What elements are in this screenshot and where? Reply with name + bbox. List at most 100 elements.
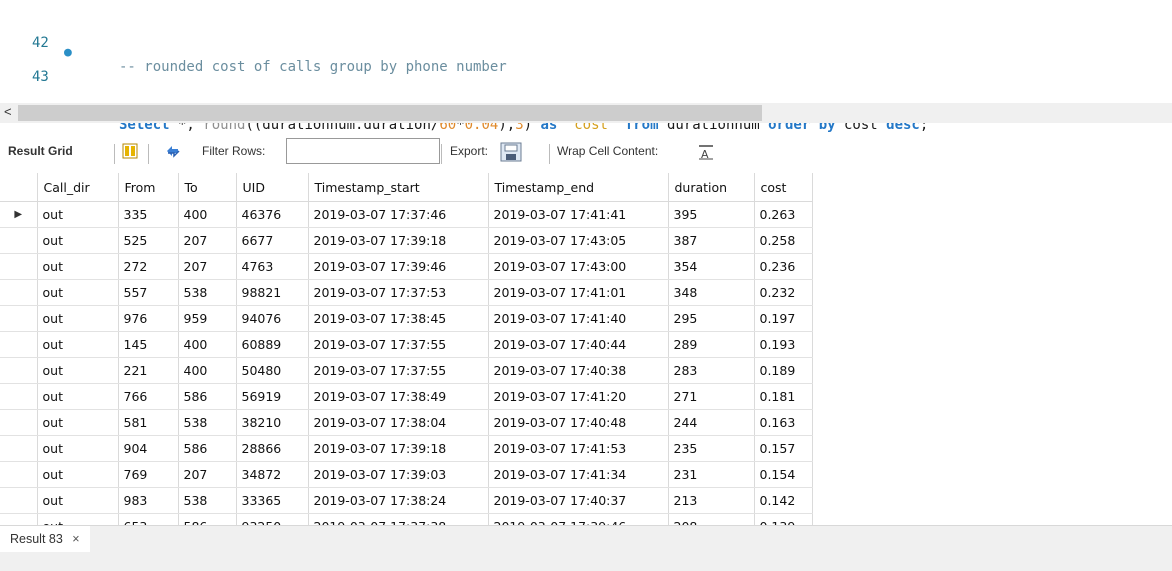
table-cell[interactable]: 50480	[236, 357, 309, 384]
table-cell[interactable]: 2019-03-07 17:41:40	[488, 305, 669, 332]
table-cell[interactable]: 38210	[236, 409, 309, 436]
table-cell[interactable]: out	[37, 253, 119, 280]
table-row[interactable]: out 976 959 94076 2019-03-07 17:38:45 2019-03…	[0, 305, 813, 332]
table-cell[interactable]: 387	[668, 227, 755, 254]
table-cell[interactable]: 538	[178, 279, 237, 306]
table-cell[interactable]: 56919	[236, 383, 309, 410]
table-cell[interactable]: 221	[118, 357, 179, 384]
row-marker-icon[interactable]	[0, 357, 38, 384]
table-cell[interactable]: 289	[668, 331, 755, 358]
table-cell[interactable]: 525	[118, 227, 179, 254]
table-cell[interactable]: 2019-03-07 17:37:55	[308, 357, 489, 384]
table-cell[interactable]: out	[37, 409, 119, 436]
table-row[interactable]: out 766 586 56919 2019-03-07 17:38:49 2019-03…	[0, 383, 813, 410]
table-cell[interactable]: 207	[178, 227, 237, 254]
table-cell[interactable]: 2019-03-07 17:39:18	[308, 435, 489, 462]
table-cell[interactable]: 34872	[236, 461, 309, 488]
export-icon[interactable]	[500, 142, 522, 165]
table-cell[interactable]: 295	[668, 305, 755, 332]
table-cell[interactable]: 93250	[236, 513, 309, 525]
table-cell[interactable]: 2019-03-07 17:37:53	[308, 279, 489, 306]
table-cell[interactable]: 2019-03-07 17:40:38	[488, 357, 669, 384]
table-cell[interactable]: 2019-03-07 17:43:05	[488, 227, 669, 254]
result-grid[interactable]: Call_dir From To UID Timestamp_start Tim…	[0, 173, 1172, 525]
column-header[interactable]: UID	[236, 173, 309, 202]
table-cell[interactable]: 959	[178, 305, 237, 332]
table-cell[interactable]: 976	[118, 305, 179, 332]
table-cell[interactable]: 2019-03-07 17:41:34	[488, 461, 669, 488]
table-cell[interactable]: 2019-03-07 17:41:20	[488, 383, 669, 410]
table-cell[interactable]: 272	[118, 253, 179, 280]
table-cell[interactable]: 2019-03-07 17:40:48	[488, 409, 669, 436]
table-cell[interactable]: 0.263	[754, 201, 813, 228]
table-cell[interactable]: 395	[668, 201, 755, 228]
table-cell[interactable]: out	[37, 357, 119, 384]
table-cell[interactable]: 28866	[236, 435, 309, 462]
table-cell[interactable]: 586	[178, 513, 237, 525]
table-cell[interactable]: 2019-03-07 17:38:49	[308, 383, 489, 410]
row-marker-icon[interactable]	[0, 461, 38, 488]
column-header[interactable]: To	[178, 173, 237, 202]
table-cell[interactable]: 208	[668, 513, 755, 525]
table-cell[interactable]: 2019-03-07 17:40:44	[488, 331, 669, 358]
sql-editor[interactable]: 42 -- rounded cost of calls group by pho…	[0, 0, 1172, 133]
table-cell[interactable]: 33365	[236, 487, 309, 514]
table-cell[interactable]: 60889	[236, 331, 309, 358]
table-cell[interactable]: 400	[178, 331, 237, 358]
row-marker-icon[interactable]	[0, 513, 38, 525]
table-cell[interactable]: 0.232	[754, 279, 813, 306]
table-row[interactable]: ▶ out 335 400 46376 2019-03-07 17:37:46 2019-0…	[0, 201, 813, 228]
table-row[interactable]: out 983 538 33365 2019-03-07 17:38:24 2019-03…	[0, 487, 813, 514]
editor-line-44[interactable]: 44	[0, 74, 49, 118]
table-cell[interactable]: 207	[178, 461, 237, 488]
row-marker-icon[interactable]	[0, 409, 38, 436]
row-marker-icon[interactable]	[0, 305, 38, 332]
table-cell[interactable]: 2019-03-07 17:41:41	[488, 201, 669, 228]
form-editor-icon[interactable]	[122, 143, 138, 162]
table-cell[interactable]: 653	[118, 513, 179, 525]
table-cell[interactable]: out	[37, 513, 119, 525]
table-cell[interactable]: 983	[118, 487, 179, 514]
table-cell[interactable]: 538	[178, 409, 237, 436]
column-header[interactable]: cost	[754, 173, 813, 202]
table-cell[interactable]: 2019-03-07 17:37:55	[308, 331, 489, 358]
table-cell[interactable]: 46376	[236, 201, 309, 228]
scroll-left-icon[interactable]: <	[4, 104, 12, 119]
wrap-cell-icon[interactable]: A	[697, 144, 715, 163]
editor-line-43[interactable]: 43 ● Select *, round((durationnum.durati…	[0, 41, 928, 133]
table-cell[interactable]: 557	[118, 279, 179, 306]
table-cell[interactable]: 400	[178, 201, 237, 228]
table-cell[interactable]: 231	[668, 461, 755, 488]
table-cell[interactable]: out	[37, 201, 119, 228]
table-cell[interactable]: 94076	[236, 305, 309, 332]
row-marker-icon[interactable]	[0, 227, 38, 254]
table-cell[interactable]: 0.236	[754, 253, 813, 280]
table-cell[interactable]: 235	[668, 435, 755, 462]
row-marker-icon[interactable]	[0, 279, 38, 306]
table-cell[interactable]: 348	[668, 279, 755, 306]
table-cell[interactable]: 2019-03-07 17:37:46	[308, 201, 489, 228]
table-row[interactable]: out 581 538 38210 2019-03-07 17:38:04 2019-03…	[0, 409, 813, 436]
table-row[interactable]: out 272 207 4763 2019-03-07 17:39:46 2019-03-…	[0, 253, 813, 280]
table-cell[interactable]: 769	[118, 461, 179, 488]
table-cell[interactable]: out	[37, 383, 119, 410]
table-cell[interactable]: 207	[178, 253, 237, 280]
breakpoint-dot-icon[interactable]: ●	[64, 41, 72, 65]
table-cell[interactable]: 145	[118, 331, 179, 358]
table-cell[interactable]: 0.189	[754, 357, 813, 384]
table-cell[interactable]: 2019-03-07 17:39:46	[488, 513, 669, 525]
table-cell[interactable]: out	[37, 461, 119, 488]
table-cell[interactable]: 586	[178, 383, 237, 410]
table-cell[interactable]: 2019-03-07 17:41:01	[488, 279, 669, 306]
table-cell[interactable]: 0.142	[754, 487, 813, 514]
table-cell[interactable]: 2019-03-07 17:39:46	[308, 253, 489, 280]
result-tab[interactable]: Result 83 ×	[0, 526, 90, 552]
table-cell[interactable]: 244	[668, 409, 755, 436]
refresh-icon[interactable]	[164, 143, 182, 162]
table-cell[interactable]: 0.193	[754, 331, 813, 358]
table-cell[interactable]: 2019-03-07 17:38:45	[308, 305, 489, 332]
table-cell[interactable]: 0.154	[754, 461, 813, 488]
table-cell[interactable]: 4763	[236, 253, 309, 280]
table-cell[interactable]: 2019-03-07 17:38:24	[308, 487, 489, 514]
table-row[interactable]: out 221 400 50480 2019-03-07 17:37:55 2019-03…	[0, 357, 813, 384]
